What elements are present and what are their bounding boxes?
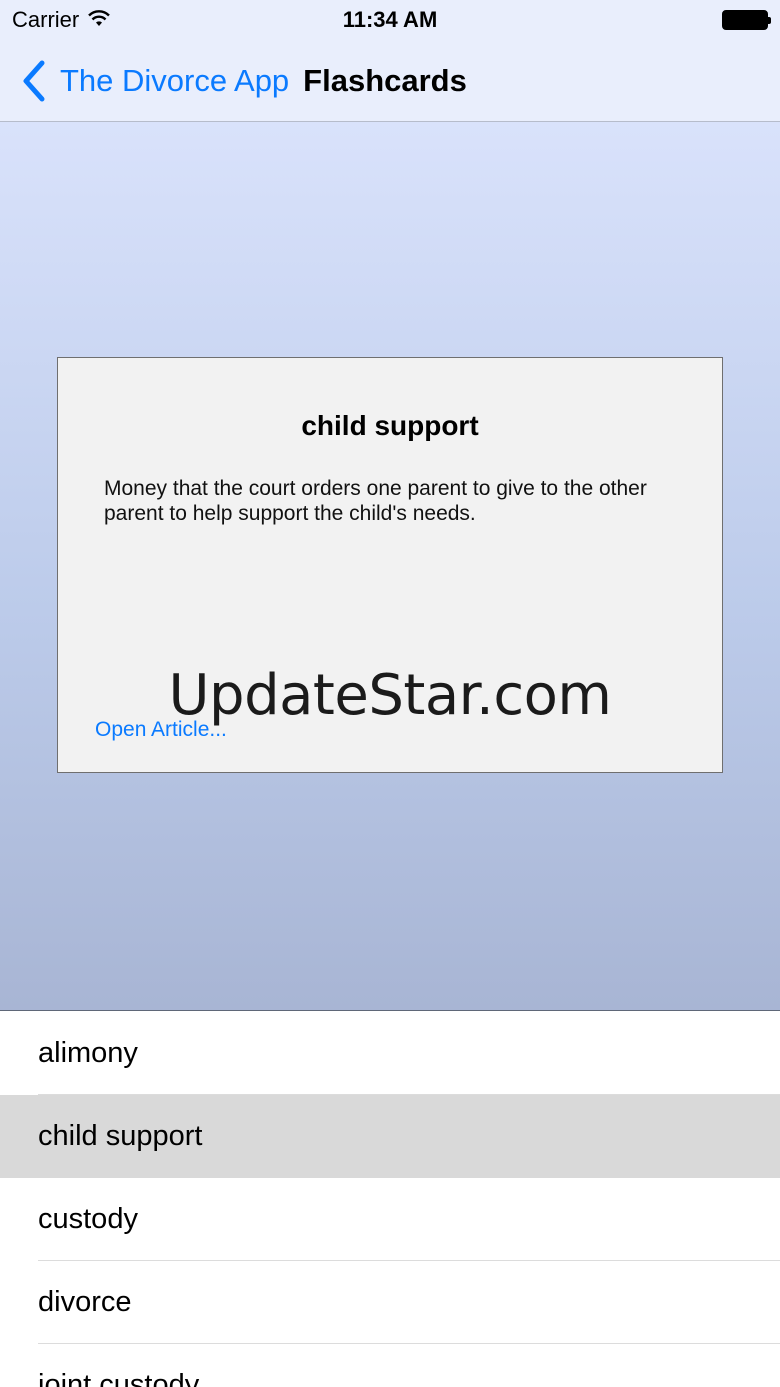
list-item-custody[interactable]: custody <box>0 1178 780 1261</box>
flashcard[interactable]: child support Money that the court order… <box>57 357 723 773</box>
carrier-label: Carrier <box>12 7 80 32</box>
back-button-label: The Divorce App <box>60 62 290 98</box>
chevron-left-icon <box>23 60 45 101</box>
page-title: Flashcards <box>303 62 467 98</box>
list-item-joint-custody[interactable]: joint custody <box>0 1344 780 1387</box>
status-bar: Carrier <box>0 0 780 40</box>
flashcard-area: child support Money that the court order… <box>0 122 780 1011</box>
flashcard-term: child support <box>301 410 479 441</box>
list-item-alimony[interactable]: alimony <box>0 1012 780 1095</box>
battery-icon <box>722 10 771 30</box>
open-article-link[interactable]: Open Article... <box>95 718 227 742</box>
wifi-icon <box>87 7 111 33</box>
status-left: Carrier <box>12 7 111 33</box>
list-item-divorce[interactable]: divorce <box>0 1261 780 1344</box>
navigation-bar: The Divorce App Flashcards <box>0 40 780 122</box>
term-list: alimony child support custody divorce jo… <box>0 1012 780 1387</box>
list-item-child-support[interactable]: child support <box>0 1095 780 1178</box>
back-button[interactable]: The Divorce App <box>0 59 289 103</box>
flashcard-definition: Money that the court orders one parent t… <box>104 477 647 525</box>
